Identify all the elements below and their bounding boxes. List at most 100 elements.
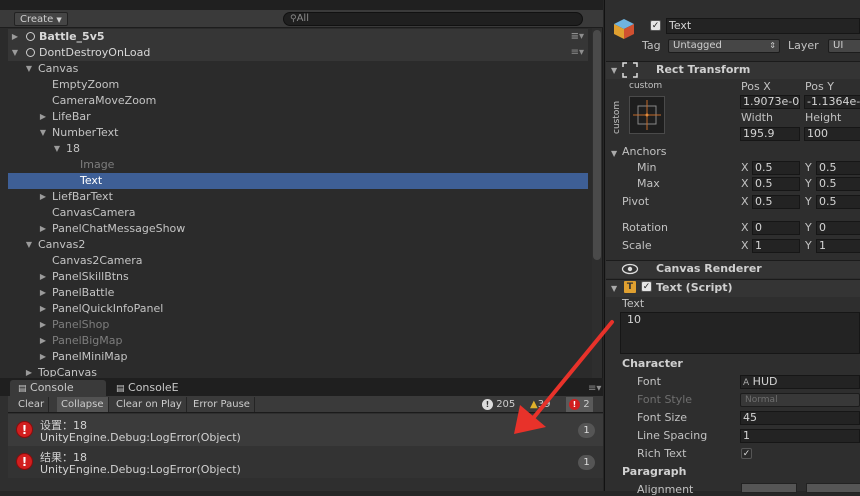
tree-item-panelminimap[interactable]: ▶ PanelMiniMap	[8, 349, 588, 365]
expand-arrow-icon[interactable]: ▶	[38, 349, 48, 365]
tree-item-label: CanvasCamera	[52, 206, 136, 219]
tree-item-panelbigmap[interactable]: ▶ PanelBigMap	[8, 333, 588, 349]
pos-x-field[interactable]: 1.9073e-0	[740, 95, 800, 109]
create-dropdown[interactable]: Create ▼	[14, 12, 68, 26]
tree-item-numbertext[interactable]: ▼ NumberText	[8, 125, 588, 141]
scene-menu-icon[interactable]: ≡▾	[571, 29, 584, 45]
character-section-label: Character	[622, 357, 683, 370]
pivot-x-field[interactable]: 0.5	[752, 195, 800, 209]
collapse-arrow-icon[interactable]: ▼	[611, 66, 617, 75]
rect-transform-icon	[622, 62, 638, 78]
tree-item-canvas2camera[interactable]: Canvas2Camera	[8, 253, 588, 269]
tree-item-label: LifeBar	[52, 110, 91, 123]
tree-item-topcanvas[interactable]: ▶ TopCanvas	[8, 365, 588, 377]
collapse-arrow-icon[interactable]: ▼	[38, 125, 48, 141]
tab-console[interactable]: ▤ Console	[10, 380, 106, 396]
tree-item-panelquickinfopanel[interactable]: ▶ PanelQuickInfoPanel	[8, 301, 588, 317]
console-log-entry[interactable]: ! 结果：18 UnityEngine.Debug:LogError(Objec…	[8, 446, 603, 478]
expand-arrow-icon[interactable]: ▶	[24, 365, 34, 377]
expand-arrow-icon[interactable]: ▶	[10, 29, 20, 45]
tree-item-emptyzoom[interactable]: EmptyZoom	[8, 77, 588, 93]
object-name-field[interactable]: Text	[666, 18, 860, 34]
collapse-arrow-icon[interactable]: ▼	[611, 149, 617, 158]
error-count-toggle[interactable]: ! 2	[566, 397, 593, 412]
info-count-toggle[interactable]: ! 205	[482, 397, 515, 412]
scale-x-field[interactable]: 1	[752, 239, 800, 253]
anchor-min-y-field[interactable]: 0.5	[816, 161, 860, 175]
font-label: Font	[637, 375, 661, 388]
align-vertical-buttons[interactable]	[806, 483, 860, 493]
tree-item-canvas[interactable]: ▼ Canvas	[8, 61, 588, 77]
anchor-side-label: custom	[612, 100, 622, 134]
log-count-badge: 1	[578, 455, 595, 470]
text-content-area[interactable]: 10	[620, 312, 860, 354]
dropdown-arrow-icon: ▼	[56, 16, 62, 24]
tree-item-canvascamera[interactable]: CanvasCamera	[8, 205, 588, 221]
line-spacing-field[interactable]: 1	[740, 429, 860, 443]
font-style-dropdown[interactable]: Normal	[740, 393, 860, 407]
tree-item-image[interactable]: Image	[8, 157, 588, 173]
active-checkbox[interactable]: ✓	[650, 20, 661, 31]
tree-item-cameramovezoom[interactable]: CameraMoveZoom	[8, 93, 588, 109]
error-pause-toggle[interactable]: Error Pause	[189, 397, 255, 412]
collapse-arrow-icon[interactable]: ▼	[24, 237, 34, 253]
pos-y-field[interactable]: -1.1364e-	[804, 95, 860, 109]
font-size-field[interactable]: 45	[740, 411, 860, 425]
max-label: Max	[637, 177, 660, 190]
anchor-min-x-field[interactable]: 0.5	[752, 161, 800, 175]
clear-button[interactable]: Clear	[14, 397, 50, 412]
scene-menu-icon[interactable]: ≡▾	[571, 45, 584, 61]
expand-arrow-icon[interactable]: ▶	[38, 269, 48, 285]
hierarchy-search-input[interactable]: ⚲All	[283, 12, 583, 26]
rotation-y-field[interactable]: 0	[816, 221, 860, 235]
expand-arrow-icon[interactable]: ▶	[38, 301, 48, 317]
rich-text-checkbox[interactable]: ✓	[741, 448, 752, 459]
tree-item-label: 18	[66, 142, 80, 155]
tree-item-panelskillbtns[interactable]: ▶ PanelSkillBtns	[8, 269, 588, 285]
tree-item-text-selected[interactable]: Text	[8, 173, 588, 189]
anchor-max-x-field[interactable]: 0.5	[752, 177, 800, 191]
pivot-y-field[interactable]: 0.5	[816, 195, 860, 209]
x-label: X	[741, 195, 749, 208]
expand-arrow-icon[interactable]: ▶	[38, 189, 48, 205]
warning-count-toggle[interactable]: ▲39	[530, 397, 550, 412]
collapse-arrow-icon[interactable]: ▼	[10, 45, 20, 61]
collapse-arrow-icon[interactable]: ▼	[52, 141, 62, 157]
scene-row-battle[interactable]: ▶ Battle_5v5 ≡▾	[8, 29, 588, 45]
hierarchy-scrollbar-thumb[interactable]	[593, 30, 601, 260]
collapse-arrow-icon[interactable]: ▼	[611, 284, 617, 293]
tag-dropdown[interactable]: Untagged ⇕	[668, 39, 780, 53]
component-enabled-checkbox[interactable]: ✓	[641, 281, 652, 292]
expand-arrow-icon[interactable]: ▶	[38, 221, 48, 237]
panel-menu-icon[interactable]: ≡▾	[588, 383, 601, 394]
tree-item-liefbartext[interactable]: ▶ LiefBarText	[8, 189, 588, 205]
tree-item-panelchatmessageshow[interactable]: ▶ PanelChatMessageShow	[8, 221, 588, 237]
width-field[interactable]: 195.9	[740, 127, 800, 141]
scene-row-dontdestroy[interactable]: ▼ DontDestroyOnLoad ≡▾	[8, 45, 588, 61]
tree-item-panelbattle[interactable]: ▶ PanelBattle	[8, 285, 588, 301]
y-label: Y	[805, 221, 812, 234]
height-field[interactable]: 100	[804, 127, 860, 141]
tree-item-lifebar[interactable]: ▶ LifeBar	[8, 109, 588, 125]
anchor-max-y-field[interactable]: 0.5	[816, 177, 860, 191]
collapse-toggle[interactable]: Collapse	[57, 397, 109, 412]
expand-arrow-icon[interactable]: ▶	[38, 333, 48, 349]
tree-item-18[interactable]: ▼ 18	[8, 141, 588, 157]
clear-on-play-toggle[interactable]: Clear on Play	[112, 397, 187, 412]
tab-consolee[interactable]: ▤ ConsoleE	[108, 380, 187, 396]
font-field[interactable]: A HUD	[740, 375, 860, 389]
tree-item-canvas2[interactable]: ▼ Canvas2	[8, 237, 588, 253]
expand-arrow-icon[interactable]: ▶	[38, 285, 48, 301]
console-log-entry[interactable]: ! 设置：18 UnityEngine.Debug:LogError(Objec…	[8, 414, 603, 446]
layer-dropdown[interactable]: UI	[828, 39, 860, 53]
anchor-presets-button[interactable]	[629, 96, 665, 134]
rich-text-label: Rich Text	[637, 447, 687, 460]
rotation-x-field[interactable]: 0	[752, 221, 800, 235]
collapse-arrow-icon[interactable]: ▼	[24, 61, 34, 77]
warning-icon: ▲	[530, 399, 538, 410]
align-horizontal-buttons[interactable]	[741, 483, 797, 493]
expand-arrow-icon[interactable]: ▶	[38, 109, 48, 125]
tree-item-panelshop[interactable]: ▶ PanelShop	[8, 317, 588, 333]
expand-arrow-icon[interactable]: ▶	[38, 317, 48, 333]
scale-y-field[interactable]: 1	[816, 239, 860, 253]
